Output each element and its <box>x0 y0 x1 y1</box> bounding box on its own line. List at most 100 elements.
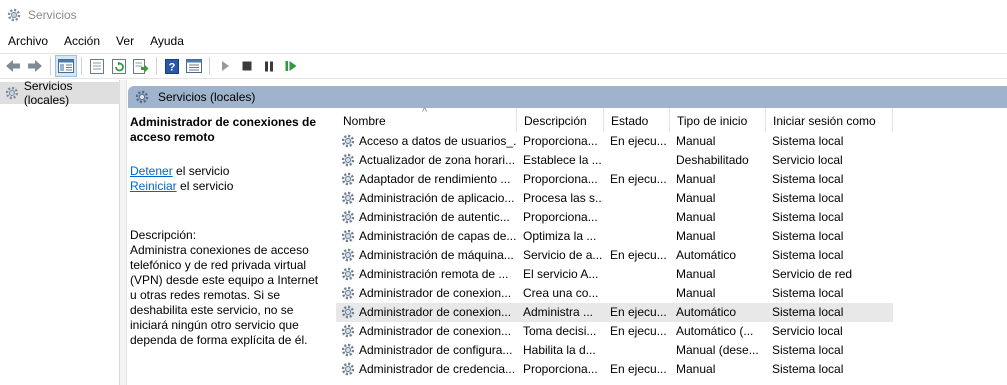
column-header-state[interactable]: Estado <box>604 108 670 132</box>
gear-icon <box>5 86 19 100</box>
menu-bar: Archivo Acción Ver Ayuda <box>0 30 1007 52</box>
service-state: En ejecu... <box>610 362 667 376</box>
column-header-startup-type[interactable]: Tipo de inicio <box>670 108 766 132</box>
column-header-label: Tipo de inicio <box>677 114 748 128</box>
gear-icon <box>7 8 21 22</box>
menu-ayuda[interactable]: Ayuda <box>142 34 192 48</box>
service-log-on-as: Servicio local <box>772 324 843 338</box>
pause-icon <box>265 61 273 71</box>
service-row[interactable]: Administrador de conexion... Crea una co.… <box>336 284 893 303</box>
service-state: En ejecu... <box>610 134 667 148</box>
tree-item-servicios-locales[interactable]: Servicios (locales) <box>0 79 120 107</box>
help-button[interactable]: ? <box>161 55 183 77</box>
service-row[interactable]: Adaptador de rendimiento ... Proporciona.… <box>336 170 893 189</box>
gear-icon <box>135 90 149 104</box>
service-gear-icon <box>340 152 356 169</box>
start-service-button[interactable] <box>214 55 236 77</box>
column-header-label: Iniciar sesión como <box>773 114 876 128</box>
service-state <box>610 341 670 360</box>
restart-icon <box>285 61 297 71</box>
toolbar: ? <box>0 53 1007 79</box>
svg-text:?: ? <box>169 61 176 73</box>
refresh-button[interactable] <box>108 55 130 77</box>
service-row[interactable]: Administrador de credencia... Proporciona… <box>336 360 893 379</box>
service-description-cell: Crea una co... <box>523 286 599 300</box>
service-row[interactable]: Administrador de configura... Habilita la… <box>336 341 893 360</box>
service-gear-icon <box>340 304 356 321</box>
console-tree-button[interactable] <box>55 55 77 77</box>
stop-service-link[interactable]: Detener <box>130 164 173 178</box>
back-button[interactable] <box>2 55 24 77</box>
service-row[interactable]: Administración de máquina... Servicio de … <box>336 246 893 265</box>
details-view-button[interactable] <box>183 55 205 77</box>
service-log-on-as: Servicio de red <box>772 267 853 281</box>
column-header-label: Estado <box>611 114 649 128</box>
service-row[interactable]: Administración de autentic... Proporciona… <box>336 208 893 227</box>
service-row[interactable]: Administrador de conexion... Toma decisi.… <box>336 322 893 341</box>
service-actions: Detener el servicio Reiniciar el servici… <box>130 164 330 194</box>
service-startup-type: Manual (dese... <box>676 343 759 357</box>
export-list-button[interactable] <box>130 55 152 77</box>
service-gear-icon <box>340 190 356 207</box>
service-description-cell: Servicio de a... <box>523 248 603 262</box>
forward-arrow-icon <box>28 60 42 72</box>
service-log-on-as: Sistema local <box>772 210 844 224</box>
service-startup-type: Automático <box>676 305 737 319</box>
service-row[interactable]: Acceso a datos de usuarios_... Proporcion… <box>336 132 893 151</box>
column-header-name[interactable]: ^ Nombre <box>336 106 517 132</box>
service-row[interactable]: Actualizador de zona horari... Establece … <box>336 151 893 170</box>
menu-archivo[interactable]: Archivo <box>0 34 56 48</box>
stop-service-button[interactable] <box>236 55 258 77</box>
pane-header-title: Servicios (locales) <box>158 90 256 104</box>
service-log-on-as: Sistema local <box>772 229 844 243</box>
service-row[interactable]: Administrador de conexion... Administra .… <box>336 303 893 322</box>
service-description-cell: Procesa las s... <box>523 191 603 205</box>
service-gear-icon <box>340 133 356 150</box>
service-name: Administrador de conexion... <box>359 305 512 319</box>
restart-service-link[interactable]: Reiniciar <box>130 179 177 193</box>
column-header-label: Nombre <box>343 114 386 128</box>
column-header-log-on-as[interactable]: Iniciar sesión como <box>766 108 893 132</box>
service-startup-type: Manual <box>676 172 716 186</box>
service-gear-icon <box>340 247 356 264</box>
details-view-icon <box>186 59 202 73</box>
window-title: Servicios <box>28 8 77 22</box>
service-gear-icon <box>340 266 356 283</box>
splitter[interactable] <box>120 80 127 385</box>
export-list-icon <box>133 58 149 74</box>
service-name: Administrador de credencia... <box>359 362 516 376</box>
service-name: Administrador de configura... <box>359 343 513 357</box>
pane-header: Servicios (locales) <box>128 86 1007 108</box>
service-startup-type: Automático (... <box>676 324 754 338</box>
pause-service-button[interactable] <box>258 55 280 77</box>
menu-accion[interactable]: Acción <box>56 34 108 48</box>
service-title: Administrador de conexiones de acceso re… <box>130 115 317 144</box>
properties-button[interactable] <box>86 55 108 77</box>
toolbar-separator <box>81 57 82 75</box>
service-row[interactable]: Administración remota de ... El servicio … <box>336 265 893 284</box>
service-description-cell: Proporciona... <box>523 134 598 148</box>
service-startup-type: Manual <box>676 267 716 281</box>
service-description: Administra conexiones de acceso telefóni… <box>130 243 319 347</box>
service-startup-type: Manual <box>676 191 716 205</box>
forward-button[interactable] <box>24 55 46 77</box>
restart-service-suffix: el servicio <box>176 179 234 193</box>
service-name: Administración remota de ... <box>359 267 509 281</box>
service-state: En ejecu... <box>610 248 667 262</box>
service-description-cell: Proporciona... <box>523 172 598 186</box>
service-row[interactable]: Administración de capas de... Optimiza la… <box>336 227 893 246</box>
service-state <box>610 284 670 303</box>
toolbar-separator <box>156 57 157 75</box>
console-tree-icon <box>58 59 74 73</box>
service-description-cell: Habilita la d... <box>523 343 596 357</box>
service-row[interactable]: Administración de aplicacio... Procesa la… <box>336 189 893 208</box>
service-gear-icon <box>340 285 356 302</box>
column-header-description[interactable]: Descripción <box>517 108 604 132</box>
service-details-panel: Administrador de conexiones de acceso re… <box>130 115 330 348</box>
help-icon: ? <box>165 58 179 74</box>
menu-ver[interactable]: Ver <box>108 34 142 48</box>
service-log-on-as: Servicio local <box>772 153 843 167</box>
column-header-label: Descripción <box>524 114 587 128</box>
restart-service-button[interactable] <box>280 55 302 77</box>
service-description-cell: Proporciona... <box>523 362 598 376</box>
